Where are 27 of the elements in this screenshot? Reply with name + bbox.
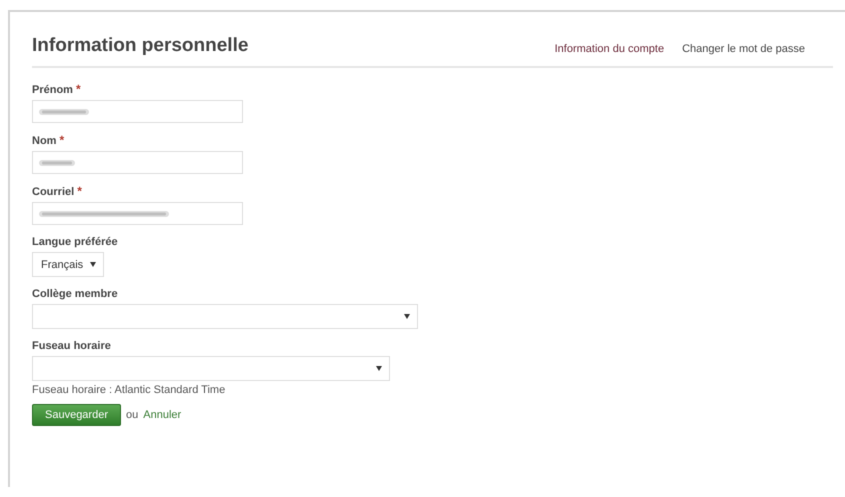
blurred-text-drawing (39, 158, 75, 166)
field-label: Nom * (32, 133, 64, 148)
tab[interactable]: Changer le mot de passe (682, 42, 805, 58)
field-label: Langue préférée (32, 235, 118, 249)
select-field[interactable]: Français (32, 252, 104, 277)
page-title: Information personnelle (32, 34, 248, 58)
input-field[interactable] (32, 151, 243, 174)
required-mark: * (77, 184, 82, 198)
help-text: Fuseau horaire : Atlantic Standard Time (32, 384, 226, 396)
field-label: Courriel * (32, 184, 82, 199)
caret-icon (404, 314, 410, 319)
select-field[interactable] (32, 304, 418, 329)
cancel-link[interactable]: Annuler (143, 409, 182, 421)
required-mark: * (76, 82, 81, 96)
tab[interactable]: Information du compte (554, 42, 664, 58)
field-label: Fuseau horaire (32, 339, 111, 353)
caret-icon (376, 366, 382, 371)
save-button[interactable]: Sauvegarder (32, 404, 121, 426)
input-field[interactable] (32, 202, 243, 225)
field-label: Collège membre (32, 287, 118, 301)
input-field[interactable] (32, 100, 243, 123)
select-field[interactable] (32, 356, 390, 381)
required-mark: * (59, 133, 64, 147)
field-label: Prénom * (32, 82, 81, 97)
or-text: ou (126, 409, 138, 421)
caret-icon (90, 262, 96, 267)
blurred-text-drawing (39, 108, 89, 116)
